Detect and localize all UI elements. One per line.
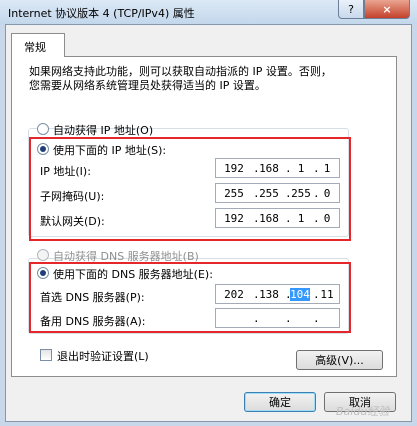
alternate-dns-label: 备用 DNS 服务器(A): [40, 315, 146, 328]
subnet-mask-input[interactable]: 255 . 255 . 255 . 0 [215, 183, 340, 203]
ip-octet-3: 1 [297, 162, 305, 175]
gateway-octet-2: 168 [259, 212, 279, 225]
validate-label: 退出时验证设置(L) [57, 350, 149, 363]
ip-address-input[interactable]: 192 . 168 . 1 . 1 [215, 158, 340, 178]
subnet-mask-label: 子网掩码(U): [40, 190, 105, 203]
auto-ip-radio[interactable] [37, 123, 49, 135]
tab-general[interactable]: 常规 [11, 33, 65, 57]
ok-button[interactable]: 确定 [244, 392, 316, 412]
alternate-dns-input[interactable]: . . . [215, 308, 340, 328]
auto-ip-label: 自动获得 IP 地址(O) [53, 124, 154, 137]
mask-octet-4: 0 [323, 187, 331, 200]
ip-octet-2: 168 [259, 162, 279, 175]
validate-checkbox[interactable] [40, 349, 52, 361]
help-icon: ? [348, 2, 354, 16]
ip-address-label: IP 地址(I): [40, 165, 91, 178]
pdns-octet-4: 11 [320, 288, 334, 301]
ip-octet-4: 1 [323, 162, 331, 175]
gateway-octet-4: 0 [323, 212, 331, 225]
manual-ip-radio[interactable] [37, 143, 49, 155]
mask-octet-2: 255 [259, 187, 279, 200]
manual-ip-label: 使用下面的 IP 地址(S): [53, 144, 167, 157]
manual-dns-label: 使用下面的 DNS 服务器地址(E): [53, 268, 213, 281]
advanced-button-label: 高级(V)... [315, 354, 364, 367]
mask-octet-1: 255 [224, 187, 244, 200]
pdns-octet-3-selected: 104 [290, 288, 310, 301]
description-line-1: 如果网络支持此功能，则可以获取自动指派的 IP 设置。否则， [29, 65, 332, 78]
gateway-octet-3: 1 [297, 212, 305, 225]
window-title: Internet 协议版本 4 (TCP/IPv4) 属性 [8, 7, 195, 20]
ok-button-label: 确定 [269, 396, 291, 409]
help-button[interactable]: ? [338, 0, 364, 19]
preferred-dns-label: 首选 DNS 服务器(P): [40, 291, 145, 304]
mask-octet-3: 255 [291, 187, 311, 200]
default-gateway-input[interactable]: 192 . 168 . 1 . 0 [215, 208, 340, 228]
manual-dns-radio[interactable] [37, 267, 49, 279]
advanced-button[interactable]: 高级(V)... [296, 350, 383, 370]
default-gateway-label: 默认网关(D): [40, 215, 105, 228]
ip-octet-1: 192 [224, 162, 244, 175]
pdns-octet-1: 202 [224, 288, 244, 301]
close-icon: × [382, 2, 392, 16]
description-line-2: 您需要从网络系统管理员处获得适当的 IP 设置。 [29, 79, 266, 92]
preferred-dns-input[interactable]: 202 . 138 . 104 . 11 [215, 284, 340, 304]
close-button[interactable]: × [364, 0, 410, 19]
pdns-octet-2: 138 [259, 288, 279, 301]
auto-dns-radio[interactable] [37, 249, 49, 261]
gateway-octet-1: 192 [224, 212, 244, 225]
tab-general-label: 常规 [24, 41, 46, 54]
watermark: Baidu经验 [336, 405, 390, 418]
